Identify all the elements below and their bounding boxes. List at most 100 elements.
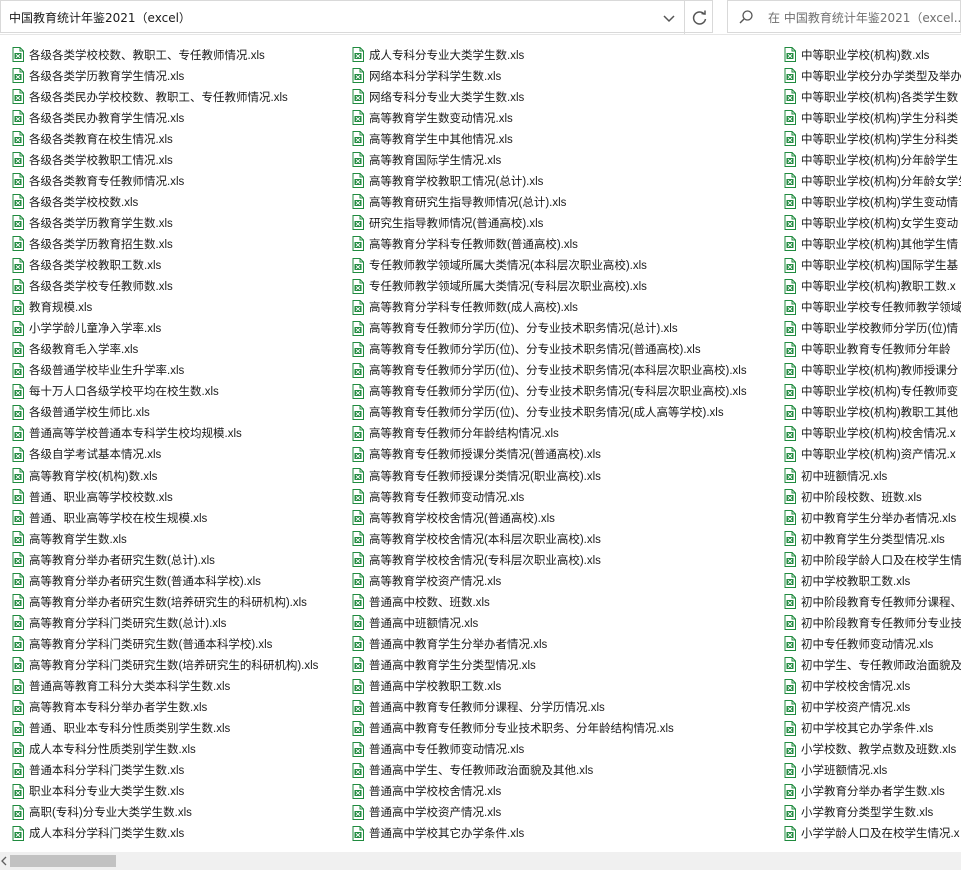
- file-item[interactable]: 高等教育研究生指导教师情况(总计).xls: [352, 191, 566, 212]
- file-item[interactable]: 高等教育学校(机构)数.xls: [12, 465, 157, 486]
- chevron-down-icon[interactable]: [659, 8, 679, 28]
- file-item[interactable]: 中等职业学校(机构)资产情况.x: [784, 444, 956, 465]
- file-item[interactable]: 中等职业学校(机构)女学生变动: [784, 212, 958, 233]
- file-item[interactable]: 初中阶段教育专任教师分专业技: [784, 612, 961, 633]
- file-item[interactable]: 高等教育学生数变动情况.xls: [352, 107, 513, 128]
- file-item[interactable]: 专任教师教学领域所属大类情况(专科层次职业高校).xls: [352, 276, 647, 297]
- file-item[interactable]: 高等教育学校教职工情况(总计).xls: [352, 170, 543, 191]
- file-item[interactable]: 高职(专科)分专业大类学生数.xls: [12, 802, 192, 823]
- file-item[interactable]: 高等教育专任教师分学历(位)、分专业技术职务情况(成人高等学校).xls: [352, 402, 724, 423]
- file-item[interactable]: 中等职业学校(机构)国际学生基: [784, 255, 958, 276]
- file-item[interactable]: 高等教育分举办者研究生数(普通本科学校).xls: [12, 570, 261, 591]
- file-item[interactable]: 专任教师教学领域所属大类情况(本科层次职业高校).xls: [352, 255, 647, 276]
- refresh-icon[interactable]: [689, 7, 711, 29]
- file-item[interactable]: 普通高等教育工科分大类本科学生数.xls: [12, 676, 230, 697]
- file-item[interactable]: 初中阶段教育专任教师分课程、: [784, 591, 961, 612]
- file-item[interactable]: 网络专科分专业大类学生数.xls: [352, 86, 524, 107]
- file-item[interactable]: 高等教育专任教师授课分类情况(职业高校).xls: [352, 465, 601, 486]
- file-item[interactable]: 高等教育学校校舍情况(本科层次职业高校).xls: [352, 528, 601, 549]
- file-item[interactable]: 中等职业学校(机构)校舍情况.x: [784, 423, 956, 444]
- file-item[interactable]: 各级各类学校校数、教职工、专任教师情况.xls: [12, 44, 265, 65]
- file-item[interactable]: 初中阶段校数、班数.xls: [784, 486, 922, 507]
- file-item[interactable]: 小学教育分举办者学生数.xls: [784, 781, 945, 802]
- file-item[interactable]: 小学班额情况.xls: [784, 760, 887, 781]
- file-item[interactable]: 高等教育国际学生情况.xls: [352, 149, 501, 170]
- file-item[interactable]: 普通高中校数、班数.xls: [352, 591, 490, 612]
- file-item[interactable]: 各级各类学历教育学生数.xls: [12, 212, 173, 233]
- file-item[interactable]: 普通、职业高等学校在校生规模.xls: [12, 507, 207, 528]
- horizontal-scrollbar[interactable]: [0, 852, 961, 870]
- file-item[interactable]: 各级普通学校生师比.xls: [12, 402, 150, 423]
- file-item[interactable]: 普通高中学校校舍情况.xls: [352, 781, 501, 802]
- file-item[interactable]: 初中教育学生分举办者情况.xls: [784, 507, 956, 528]
- file-item[interactable]: 高等教育分学科门类研究生数(普通本科学校).xls: [12, 633, 272, 654]
- file-item[interactable]: 初中阶段学龄人口及在校学生情: [784, 549, 961, 570]
- file-item[interactable]: 各级各类学历教育学生情况.xls: [12, 65, 184, 86]
- file-item[interactable]: 中等职业学校专任教师教学领域: [784, 297, 961, 318]
- file-item[interactable]: 各级普通学校毕业生升学率.xls: [12, 360, 184, 381]
- file-item[interactable]: 高等教育分学科门类研究生数(总计).xls: [12, 612, 226, 633]
- scroll-left-arrow-icon[interactable]: [0, 855, 8, 867]
- file-item[interactable]: 高等教育专任教师分学历(位)、分专业技术职务情况(总计).xls: [352, 318, 678, 339]
- file-item[interactable]: 高等教育分学科专任教师数(普通高校).xls: [352, 233, 578, 254]
- file-item[interactable]: 小学教育分类型学生数.xls: [784, 802, 933, 823]
- file-item[interactable]: 各级各类学校教职工情况.xls: [12, 149, 173, 170]
- file-item[interactable]: 各级各类民办学校校数、教职工、专任教师情况.xls: [12, 86, 288, 107]
- file-item[interactable]: 高等教育专任教师变动情况.xls: [352, 486, 524, 507]
- address-path[interactable]: 中国教育统计年鉴2021（excel）: [9, 9, 191, 26]
- file-item[interactable]: 成人本专科分性质类别学生数.xls: [12, 739, 196, 760]
- file-item[interactable]: 成人本科分学科门类学生数.xls: [12, 823, 184, 844]
- file-item[interactable]: 普通本科分学科门类学生数.xls: [12, 760, 184, 781]
- file-item[interactable]: 高等教育学校资产情况.xls: [352, 570, 501, 591]
- file-item[interactable]: 中等职业学校教师分学历(位)情: [784, 318, 958, 339]
- file-item[interactable]: 中等职业学校(机构)教师授课分: [784, 360, 958, 381]
- file-item[interactable]: 普通、职业本专科分性质类别学生数.xls: [12, 718, 230, 739]
- file-item[interactable]: 中等职业学校分办学类型及举办: [784, 65, 961, 86]
- file-item[interactable]: 高等教育分学科门类研究生数(培养研究生的科研机构).xls: [12, 654, 318, 675]
- file-item[interactable]: 职业本科分专业大类学生数.xls: [12, 781, 184, 802]
- file-item[interactable]: 初中教育学生分类型情况.xls: [784, 528, 945, 549]
- file-item[interactable]: 各级各类学校校数.xls: [12, 191, 138, 212]
- file-item[interactable]: 高等教育专任教师分年龄结构情况.xls: [352, 423, 559, 444]
- file-item[interactable]: 普通高中专任教师变动情况.xls: [352, 739, 524, 760]
- file-item[interactable]: 各级各类学校专任教师数.xls: [12, 276, 173, 297]
- file-item[interactable]: 高等教育学校校舍情况(专科层次职业高校).xls: [352, 549, 601, 570]
- file-item[interactable]: 高等教育专任教师分学历(位)、分专业技术职务情况(普通高校).xls: [352, 339, 701, 360]
- file-item[interactable]: 高等教育分举办者研究生数(总计).xls: [12, 549, 215, 570]
- file-item[interactable]: 各级教育毛入学率.xls: [12, 339, 138, 360]
- file-item[interactable]: 初中学生、专任教师政治面貌及: [784, 654, 961, 675]
- search-box[interactable]: 在 中国教育统计年鉴2021（excel...: [727, 0, 961, 33]
- file-item[interactable]: 中等职业学校(机构)分年龄学生: [784, 149, 958, 170]
- file-item[interactable]: 普通高中班额情况.xls: [352, 612, 478, 633]
- file-item[interactable]: 普通高中学生、专任教师政治面貌及其他.xls: [352, 760, 593, 781]
- file-item[interactable]: 中等职业学校(机构)教职工数.x: [784, 276, 956, 297]
- file-item[interactable]: 初中学校校舍情况.xls: [784, 676, 910, 697]
- search-input[interactable]: 在 中国教育统计年鉴2021（excel...: [768, 9, 961, 26]
- file-item[interactable]: 每十万人口各级学校平均在校生数.xls: [12, 381, 219, 402]
- file-item[interactable]: 普通高中学校资产情况.xls: [352, 802, 501, 823]
- file-item[interactable]: 各级各类民办教育学生情况.xls: [12, 107, 184, 128]
- file-item[interactable]: 各级自学考试基本情况.xls: [12, 444, 161, 465]
- file-item[interactable]: 中等职业学校(机构)学生分科类: [784, 128, 958, 149]
- file-item[interactable]: 高等教育专任教师分学历(位)、分专业技术职务情况(专科层次职业高校).xls: [352, 381, 747, 402]
- file-item[interactable]: 中等职业学校(机构)分年龄女学生: [784, 170, 961, 191]
- file-item[interactable]: 高等教育专任教师分学历(位)、分专业技术职务情况(本科层次职业高校).xls: [352, 360, 747, 381]
- file-item[interactable]: 高等教育学生数.xls: [12, 528, 127, 549]
- file-item[interactable]: 初中学校资产情况.xls: [784, 697, 910, 718]
- file-item[interactable]: 中等职业学校(机构)学生变动情: [784, 191, 958, 212]
- file-item[interactable]: 研究生指导教师情况(普通高校).xls: [352, 212, 543, 233]
- file-item[interactable]: 各级各类教育专任教师情况.xls: [12, 170, 184, 191]
- file-item[interactable]: 中等职业学校(机构)各类学生数: [784, 86, 958, 107]
- file-item[interactable]: 普通高中教育学生分举办者情况.xls: [352, 633, 547, 654]
- file-item[interactable]: 中等职业学校(机构)学生分科类: [784, 107, 958, 128]
- file-item[interactable]: 教育规模.xls: [12, 297, 92, 318]
- file-item[interactable]: 高等教育学校校舍情况(普通高校).xls: [352, 507, 555, 528]
- address-bar[interactable]: 中国教育统计年鉴2021（excel）: [0, 0, 713, 34]
- file-item[interactable]: 网络本科分学科学生数.xls: [352, 65, 501, 86]
- file-item[interactable]: 高等教育专任教师授课分类情况(普通高校).xls: [352, 444, 601, 465]
- file-item[interactable]: 小学学龄儿童净入学率.xls: [12, 318, 161, 339]
- file-item[interactable]: 小学校数、教学点数及班数.xls: [784, 739, 956, 760]
- file-item[interactable]: 普通、职业高等学校校数.xls: [12, 486, 173, 507]
- file-item[interactable]: 各级各类教育在校生情况.xls: [12, 128, 173, 149]
- file-item[interactable]: 普通高中学校其它办学条件.xls: [352, 823, 524, 844]
